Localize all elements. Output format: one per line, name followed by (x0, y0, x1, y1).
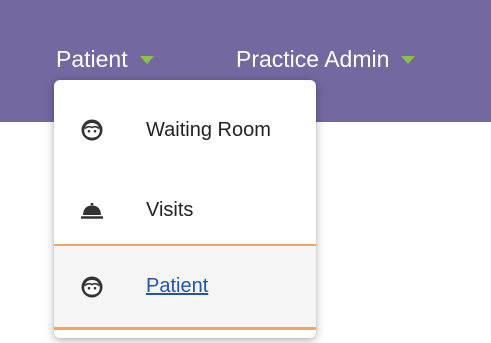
patient-dropdown-menu: Waiting Room Visits Patient (54, 80, 316, 338)
menu-item-visits[interactable]: Visits (54, 170, 316, 250)
caret-down-icon (139, 56, 154, 64)
menu-item-patient[interactable]: Patient (54, 244, 316, 330)
service-bell-icon (80, 198, 104, 222)
menu-item-label[interactable]: Patient (146, 275, 208, 298)
menu-item-label: Waiting Room (146, 118, 271, 141)
menu-item-waiting-room[interactable]: Waiting Room (54, 90, 316, 170)
face-icon (80, 275, 104, 299)
nav-patient-menu[interactable]: Patient (56, 44, 154, 74)
nav-patient-label: Patient (56, 46, 128, 72)
nav-practice-admin-label: Practice Admin (236, 46, 390, 72)
menu-item-label: Visits (146, 198, 194, 221)
caret-down-icon (401, 56, 416, 64)
face-icon (80, 118, 104, 142)
nav-practice-admin-menu[interactable]: Practice Admin (236, 44, 416, 74)
